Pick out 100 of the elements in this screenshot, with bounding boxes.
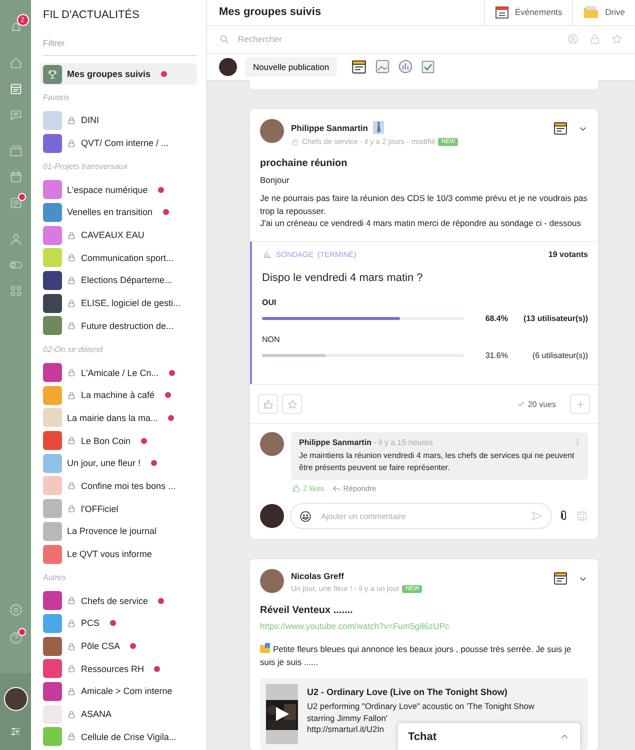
view-count: 20 vues: [528, 400, 556, 409]
user-icon[interactable]: [567, 33, 579, 46]
sidebar-title: FIL D'ACTUALITÉS: [43, 9, 140, 21]
newspaper-icon[interactable]: [8, 82, 22, 96]
circle-icon[interactable]: [8, 603, 22, 617]
post-text: Petite fleurs bleues qui annonce les beaux jours , pousse très serrée. Je suis je suis je suis ......: [260, 643, 572, 668]
sidebar-item[interactable]: CAVEAUX EAU: [43, 224, 197, 246]
plus-icon: [574, 398, 586, 410]
post-title: prochaine réunion: [260, 158, 348, 170]
new-post-button[interactable]: Nouvelle publication: [245, 56, 338, 77]
folder-icon[interactable]: [8, 144, 22, 158]
author-name: Philippe Sanmartin: [291, 122, 368, 133]
search-bar[interactable]: Rechercher: [207, 26, 635, 54]
preview-title: U2 - Ordinary Love (Live on The Tonight Show): [307, 687, 508, 698]
people-icon[interactable]: [8, 232, 22, 246]
sidebar-item[interactable]: QVT/ Com interne / ...: [43, 132, 197, 154]
poll-icon: [262, 249, 272, 260]
sidebar-item[interactable]: Elections Départeme...: [43, 269, 197, 292]
sidebar-item[interactable]: Le QVT vous informe: [43, 542, 197, 566]
sidebar-item[interactable]: Communication sport...: [43, 246, 197, 270]
emoji-icon[interactable]: [299, 510, 312, 523]
author-avatar: [260, 119, 284, 144]
checkbox-icon[interactable]: [421, 60, 436, 74]
sidebar-item[interactable]: ELISE, logiciel de gesti...: [43, 292, 197, 314]
sidebar-item[interactable]: Future destruction de...: [43, 314, 197, 338]
sidebar-item[interactable]: Amicale > Com interne: [43, 680, 197, 703]
post-text: Bonjour: [260, 174, 290, 186]
send-icon[interactable]: [531, 510, 543, 522]
sidebar-item[interactable]: l'OFFiciel: [43, 497, 197, 520]
favorite-button[interactable]: [282, 394, 302, 414]
comment-author: Philippe Sanmartin: [299, 438, 372, 448]
vote-count: (6 utilisateur(s)): [531, 351, 588, 360]
sliders-icon[interactable]: [9, 725, 22, 738]
calendar-icon: [494, 5, 509, 20]
author-avatar: [260, 569, 284, 594]
add-button[interactable]: [570, 394, 590, 414]
percentage: 68.4%: [484, 314, 508, 324]
sidebar-item[interactable]: Mes groupes suivis: [40, 63, 197, 85]
save-icon[interactable]: [576, 510, 588, 522]
play-icon[interactable]: [274, 706, 290, 722]
sidebar-item[interactable]: Un jour, une fleur !: [43, 452, 197, 475]
sidebar-item[interactable]: La Provence le journal: [43, 520, 197, 543]
folder-icon: [583, 5, 600, 20]
section-label: Autres: [43, 572, 68, 584]
user-avatar[interactable]: [4, 687, 28, 711]
check-icon: [516, 400, 525, 408]
sidebar-item[interactable]: Cellule de Crise Vigila...: [43, 726, 197, 748]
voter-count: 19 votants: [548, 250, 588, 259]
comment-text: Je maintiens la réunion vendredi 4 mars, les chefs de services qui ne peuvent être présents peuvent se faire représenter.: [299, 450, 576, 474]
user-avatar: [260, 504, 284, 528]
star-icon: [286, 398, 298, 410]
document-icon[interactable]: [351, 58, 368, 75]
sidebar-item[interactable]: DINI: [43, 109, 197, 132]
home-icon[interactable]: [8, 56, 22, 70]
sidebar-item[interactable]: Confine moi tes bons ...: [43, 474, 197, 498]
sidebar-item[interactable]: Ressources RH: [43, 657, 197, 680]
section-label: 01-Projets transversaux: [43, 160, 128, 173]
chat-title: Tchat: [408, 730, 437, 742]
comment-box[interactable]: Ajouter un commentaire: [290, 503, 552, 530]
sidebar-item[interactable]: Chefs de service: [43, 589, 197, 612]
sidebar-item[interactable]: Venelles en transition: [43, 201, 197, 224]
sidebar-item[interactable]: La mairie dans la ma...: [43, 406, 197, 430]
lock-icon[interactable]: [589, 33, 601, 46]
preview-text: http://smarturl.it/U2In: [307, 724, 386, 736]
document-icon[interactable]: [553, 571, 568, 586]
commenter-avatar: [260, 432, 284, 456]
option-label: OUI: [262, 298, 278, 308]
author-name: Nicolas Greff: [291, 571, 344, 582]
sidebar-item[interactable]: ASANA: [43, 702, 197, 726]
like-icon: [262, 398, 274, 410]
trophy-icon: [43, 64, 62, 84]
section-label: 02-On se détend: [43, 344, 104, 356]
post-text: Je ne pourrais pas faire la réunion des CDS le 10/3 comme prévu et je ne voudrais pas trop la repousser. J'ai un créneau ce vendredi 4 mars matin merci de répondre au sondage ci - dessous: [260, 192, 588, 230]
document-icon[interactable]: [553, 121, 568, 136]
sidebar-item[interactable]: L'espace numérique: [43, 178, 197, 202]
filter-field[interactable]: Filtrer: [43, 35, 197, 56]
star-icon[interactable]: [611, 33, 623, 46]
percentage: 31.6%: [484, 351, 508, 360]
reply-icon: [332, 484, 342, 494]
like-icon: [292, 484, 301, 494]
poll-icon[interactable]: [398, 59, 414, 74]
image-icon[interactable]: [375, 59, 390, 74]
page-title: Mes groupes suivis: [218, 5, 322, 20]
preview-text: starring Jimmy Fallon': [307, 712, 388, 724]
chat-icon[interactable]: [8, 108, 22, 122]
sidebar-item[interactable]: Le Bon Coin: [43, 429, 197, 452]
apps-icon[interactable]: [8, 284, 22, 298]
sidebar-item[interactable]: Pôle CSA: [43, 634, 197, 658]
chat-bar[interactable]: Tchat: [398, 723, 580, 750]
search-icon: [219, 34, 230, 45]
sidebar-item[interactable]: PCS: [43, 612, 197, 635]
option-label: NON: [262, 335, 281, 344]
emoji-icon: [260, 643, 270, 654]
sidebar-item[interactable]: La machine à café: [43, 384, 197, 407]
sidebar-item[interactable]: L'Amicale / Le Cn...: [43, 361, 197, 384]
help-icon[interactable]: [8, 631, 22, 645]
like-button[interactable]: [258, 394, 278, 414]
notifications-icon[interactable]: [8, 20, 22, 34]
user-avatar: [219, 58, 237, 76]
calendar-icon[interactable]: [8, 170, 22, 184]
